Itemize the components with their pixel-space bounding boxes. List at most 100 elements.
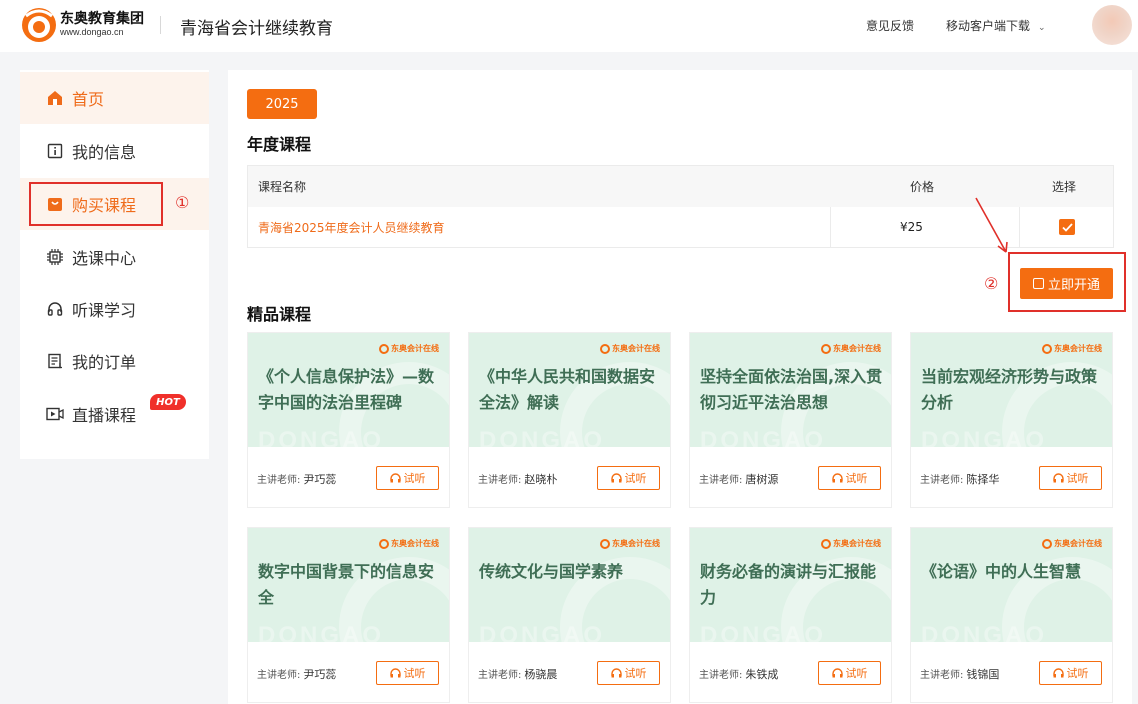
course-footer: 主讲老师: 朱铁成 试听	[690, 642, 891, 702]
annotation-box-buy-course	[29, 182, 163, 226]
teacher-info: 主讲老师: 杨骁晨	[478, 668, 558, 681]
tab-year-2025[interactable]: 2025	[247, 89, 317, 119]
course-cover: DONGAO 东奥会计在线 《中华人民共和国数据安全法》解读	[469, 333, 670, 447]
info-icon	[46, 142, 64, 160]
mobile-download-label: 移动客户端下载	[946, 19, 1031, 33]
logo-url: www.dongao.cn	[60, 27, 124, 37]
course-card[interactable]: DONGAO 东奥会计在线 当前宏观经济形势与政策分析 主讲老师: 陈择华 试听	[910, 332, 1113, 508]
annotation-number-1: ①	[175, 193, 190, 212]
teacher-name: 尹巧蕊	[303, 473, 337, 486]
check-icon	[1061, 222, 1073, 232]
annual-courses-title: 年度课程	[247, 135, 312, 154]
brand-label: 东奥会计在线	[821, 343, 881, 354]
select-cell	[1059, 207, 1075, 247]
headphones-icon	[1052, 473, 1064, 483]
course-cover: DONGAO 东奥会计在线 数字中国背景下的信息安全	[248, 528, 449, 642]
teacher-info: 主讲老师: 赵晓朴	[478, 473, 558, 486]
brand-label: 东奥会计在线	[600, 343, 660, 354]
sidebar-item-label: 选课中心	[72, 249, 137, 268]
bag-icon	[1032, 278, 1044, 289]
header-divider	[160, 16, 161, 34]
sidebar-item-study[interactable]: 听课学习	[20, 283, 209, 335]
avatar[interactable]	[1092, 5, 1132, 45]
course-footer: 主讲老师: 唐树源 试听	[690, 447, 891, 507]
course-title: 财务必备的演讲与汇报能力	[700, 562, 877, 607]
teacher-name: 赵晓朴	[524, 473, 558, 486]
course-checkbox[interactable]	[1059, 219, 1075, 235]
teacher-info: 主讲老师: 朱铁成	[699, 668, 779, 681]
hot-badge: HOT	[150, 394, 186, 410]
course-name-cell[interactable]: 青海省2025年度会计人员继续教育	[258, 207, 445, 247]
headphones-icon	[389, 668, 401, 678]
try-listen-button[interactable]: 试听	[597, 466, 660, 490]
course-title: 《中华人民共和国数据安全法》解读	[479, 367, 656, 412]
sidebar-item-label: 我的信息	[72, 143, 137, 162]
header-select: 选择	[1052, 180, 1077, 194]
headphones-icon	[1052, 668, 1064, 678]
header-price: 价格	[910, 180, 935, 194]
course-cover: DONGAO 东奥会计在线 《个人信息保护法》—数字中国的法治里程碑	[248, 333, 449, 447]
teacher-name: 钱锦国	[966, 668, 1000, 681]
headphones-icon	[46, 300, 64, 318]
price-cell: ¥25	[900, 220, 923, 234]
course-card[interactable]: DONGAO 东奥会计在线 《中华人民共和国数据安全法》解读 主讲老师: 赵晓朴 …	[468, 332, 671, 508]
course-cover: DONGAO 东奥会计在线 财务必备的演讲与汇报能力	[690, 528, 891, 642]
course-cover: DONGAO 东奥会计在线 《论语》中的人生智慧	[911, 528, 1112, 642]
try-listen-button[interactable]: 试听	[597, 661, 660, 685]
header-course-name: 课程名称	[258, 180, 307, 194]
annotation-number-2: ②	[984, 274, 999, 293]
headphones-icon	[610, 668, 622, 678]
course-card[interactable]: DONGAO 东奥会计在线 传统文化与国学素养 主讲老师: 杨骁晨 试听	[468, 527, 671, 703]
order-icon	[46, 352, 64, 370]
brand-label: 东奥会计在线	[821, 538, 881, 549]
feedback-link[interactable]: 意见反馈	[866, 17, 914, 34]
brand-label: 东奥会计在线	[600, 538, 660, 549]
try-listen-button[interactable]: 试听	[1039, 466, 1102, 490]
course-footer: 主讲老师: 尹巧蕊 试听	[248, 447, 449, 507]
brand-label: 东奥会计在线	[379, 538, 439, 549]
column-divider	[830, 207, 831, 247]
home-icon	[46, 89, 64, 107]
sidebar-item-orders[interactable]: 我的订单	[20, 335, 209, 387]
try-listen-button[interactable]: 试听	[376, 661, 439, 685]
course-title: 当前宏观经济形势与政策分析	[921, 367, 1098, 412]
open-now-button[interactable]: 立即开通	[1020, 268, 1113, 299]
try-listen-button[interactable]: 试听	[818, 661, 881, 685]
sidebar-item-label: 直播课程	[72, 406, 137, 425]
teacher-info: 主讲老师: 尹巧蕊	[257, 473, 337, 486]
course-footer: 主讲老师: 陈择华 试听	[911, 447, 1112, 507]
teacher-name: 陈择华	[966, 473, 1000, 486]
course-title: 坚持全面依法治国,深入贯彻习近平法治思想	[700, 367, 883, 412]
course-title: 数字中国背景下的信息安全	[258, 562, 435, 607]
headphones-icon	[831, 473, 843, 483]
course-card[interactable]: DONGAO 东奥会计在线 《个人信息保护法》—数字中国的法治里程碑 主讲老师:…	[247, 332, 450, 508]
teacher-info: 主讲老师: 尹巧蕊	[257, 668, 337, 681]
course-card[interactable]: DONGAO 东奥会计在线 财务必备的演讲与汇报能力 主讲老师: 朱铁成 试听	[689, 527, 892, 703]
course-card[interactable]: DONGAO 东奥会计在线 《论语》中的人生智慧 主讲老师: 钱锦国 试听	[910, 527, 1113, 703]
sidebar-item-label: 听课学习	[72, 301, 137, 320]
brand-label: 东奥会计在线	[1042, 538, 1102, 549]
course-cover: DONGAO 东奥会计在线 传统文化与国学素养	[469, 528, 670, 642]
teacher-name: 朱铁成	[745, 668, 779, 681]
course-footer: 主讲老师: 赵晓朴 试听	[469, 447, 670, 507]
mobile-download-menu[interactable]: 移动客户端下载 ⌄	[946, 17, 1046, 34]
course-cover: DONGAO 东奥会计在线 当前宏观经济形势与政策分析	[911, 333, 1112, 447]
chip-icon	[46, 248, 64, 266]
logo-name: 东奥教育集团	[60, 11, 144, 27]
sidebar-item-my-info[interactable]: 我的信息	[20, 125, 209, 177]
course-card[interactable]: DONGAO 东奥会计在线 坚持全面依法治国,深入贯彻习近平法治思想 主讲老师:…	[689, 332, 892, 508]
sidebar-item-label: 我的订单	[72, 353, 137, 372]
sidebar-item-course-center[interactable]: 选课中心	[20, 231, 209, 283]
try-listen-button[interactable]: 试听	[818, 466, 881, 490]
sidebar-item-home[interactable]: 首页	[20, 72, 209, 124]
try-listen-button[interactable]: 试听	[376, 466, 439, 490]
teacher-info: 主讲老师: 陈择华	[920, 473, 1000, 486]
try-listen-button[interactable]: 试听	[1039, 661, 1102, 685]
course-card[interactable]: DONGAO 东奥会计在线 数字中国背景下的信息安全 主讲老师: 尹巧蕊 试听	[247, 527, 450, 703]
teacher-info: 主讲老师: 唐树源	[699, 473, 779, 486]
course-footer: 主讲老师: 尹巧蕊 试听	[248, 642, 449, 702]
headphones-icon	[389, 473, 401, 483]
dongao-logo[interactable]	[20, 6, 58, 44]
sidebar-item-label: 首页	[72, 90, 105, 109]
teacher-name: 尹巧蕊	[303, 668, 337, 681]
